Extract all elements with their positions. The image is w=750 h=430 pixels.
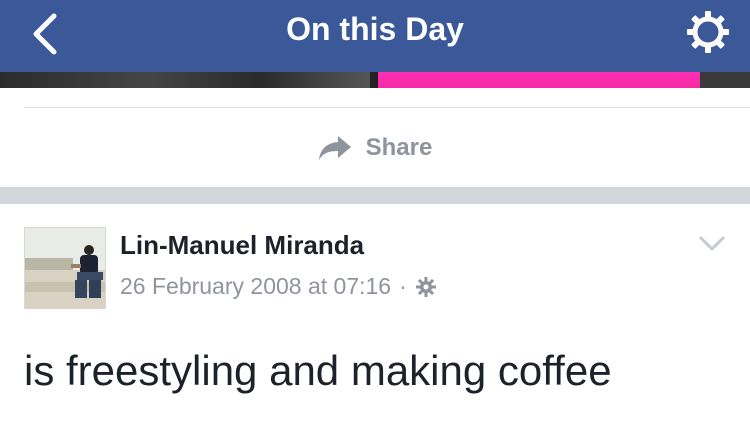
photo-strip[interactable] [0,72,750,88]
post-menu-button[interactable] [698,234,726,254]
post-timestamp[interactable]: 26 February 2008 at 07:16 [120,273,391,300]
chevron-down-icon [699,236,725,251]
divider [24,107,750,108]
header-bar: On this Day [0,0,750,72]
section-separator [0,187,750,204]
photo-fragment-dark [0,72,370,88]
share-button[interactable]: Share [0,122,750,174]
avatar-photo [25,228,105,308]
page-title: On this Day [286,11,464,47]
gear-icon[interactable] [415,276,437,298]
share-arrow-icon [318,136,351,160]
share-label: Share [365,134,433,161]
gear-icon [687,11,729,53]
photo-fragment-edge [700,72,750,88]
meta-separator: · [399,273,407,299]
post-text: is freestyling and making coffee [24,347,612,394]
settings-button[interactable] [684,8,732,56]
photo-fragment-pink [378,72,700,88]
avatar[interactable] [24,227,106,309]
post-meta: 26 February 2008 at 07:16 · [120,273,437,300]
on-this-day-screen: On this Day Share Lin-Manuel Miranda 26 … [0,0,750,430]
post-author[interactable]: Lin-Manuel Miranda [120,230,364,261]
